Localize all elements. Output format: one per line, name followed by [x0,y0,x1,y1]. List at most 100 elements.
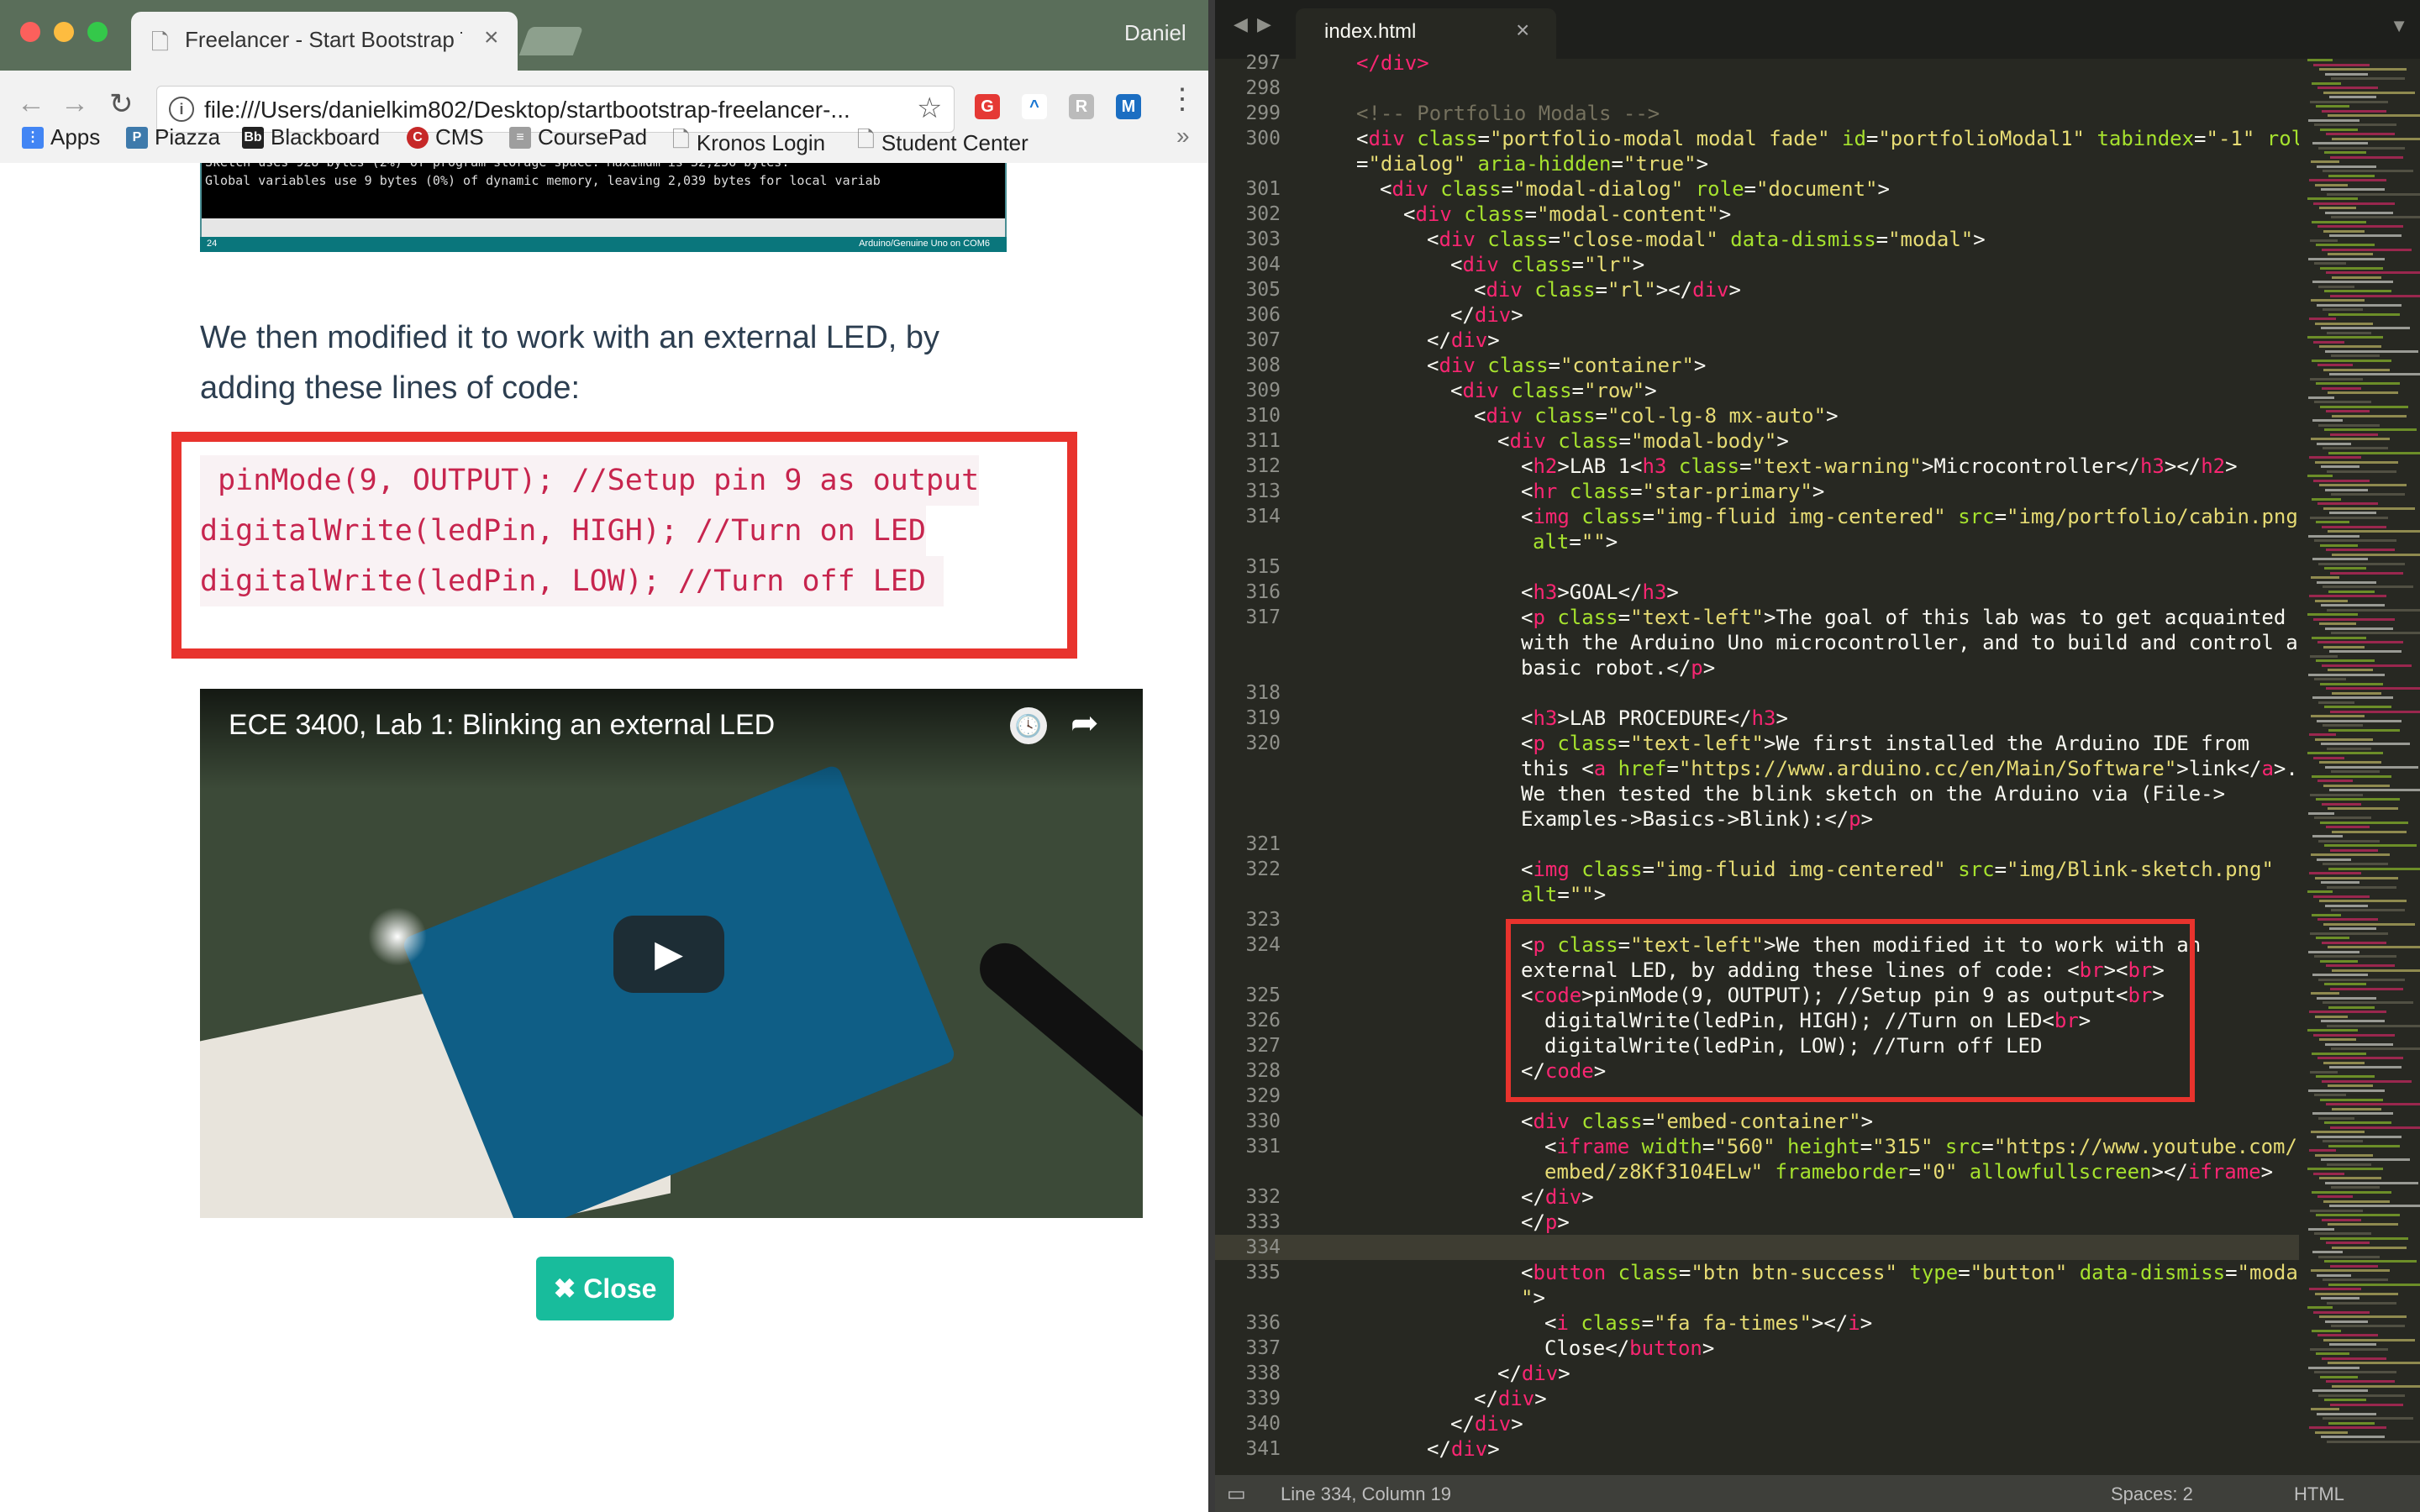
forward-icon[interactable]: → [60,87,89,120]
line-number: 339 [1245,1388,1281,1410]
minimap-line [2316,105,2349,108]
line-number: 305 [1245,279,1281,301]
minimap-line [2313,1310,2370,1314]
extension-r-icon[interactable]: R [1069,94,1094,119]
extension-red-icon[interactable]: G [975,94,1000,119]
tab-right-arrow-icon[interactable]: ▶ [1257,13,1271,35]
bookmark-student-center[interactable]: 🗋 Student Center [857,124,1028,161]
minimap-line [2314,1371,2396,1373]
minimap-line [2330,294,2420,297]
minimap-line [2322,1218,2361,1221]
minimap-line [2316,937,2349,939]
minimap-line [2311,715,2365,717]
minimap-line [2308,118,2360,122]
minimap-line [2318,1394,2405,1397]
minimap-line [2312,1389,2368,1392]
line-number: 317 [1245,606,1281,628]
minimap-line [2317,303,2402,307]
close-tab-icon[interactable]: × [484,24,499,52]
minimap-line [2320,682,2383,685]
close-file-icon[interactable]: × [1516,17,1529,44]
close-window-button[interactable] [20,22,40,42]
code-area[interactable]: </div> <!-- Portfolio Modals --> <div cl… [1309,51,2420,1475]
tab-dropdown-icon[interactable]: ▼ [2390,15,2408,37]
play-button[interactable]: ▶ [613,916,724,993]
extension-drive-icon[interactable]: ^ [1022,94,1047,119]
minimap-line [2308,396,2334,399]
browser-tab[interactable]: 🗋 Freelancer - Start Bootstrap Th × [131,12,518,71]
minimap-line [2331,770,2380,773]
menu-icon[interactable]: ⋮ [1168,82,1197,116]
line-number: 308 [1245,354,1281,376]
bookmark-cms[interactable]: C CMS [407,124,484,150]
serial-line: Sketch uses 928 bytes (2%) of program st… [205,163,789,170]
minimap-line [2309,1149,2336,1152]
line-number: 323 [1245,909,1281,931]
minimap-line [2317,87,2378,89]
minimap[interactable] [2299,59,2420,1475]
minimap-line [2323,1061,2365,1064]
line-number: 326 [1245,1010,1281,1032]
line-number: 316 [1245,581,1281,603]
minimap-line [2328,1223,2398,1226]
minimap-line [2314,955,2396,958]
minimap-line [2310,1209,2363,1212]
minimap-line [2315,322,2373,325]
minimap-line [2327,1440,2420,1443]
profile-name[interactable]: Daniel [1124,20,1186,46]
minimap-line [2309,733,2336,736]
video-title[interactable]: ECE 3400, Lab 1: Blinking an external LE… [229,709,775,742]
close-button[interactable]: ✖ Close [536,1257,674,1320]
minimap-line [2323,91,2415,94]
minimap-line [2326,271,2420,274]
minimap-line [2321,188,2385,191]
minimap-line [2325,488,2368,491]
minimap-line [2330,848,2378,852]
more-bookmarks-icon[interactable]: » [1176,123,1190,150]
zoom-window-button[interactable] [87,22,108,42]
minimap-line [2332,553,2420,556]
minimap-line [2316,1075,2375,1078]
minimap-line [2328,312,2400,316]
back-icon[interactable]: ← [17,87,45,120]
minimap-line [2314,123,2396,126]
line-number: 301 [1245,178,1281,200]
bookmark-coursepad[interactable]: ≡ CoursePad [509,124,647,150]
bookmark-piazza[interactable]: P Piazza [126,124,220,150]
minimap-line [2317,918,2378,921]
minimap-line [2326,410,2370,412]
minimap-line [2329,96,2376,98]
minimize-window-button[interactable] [54,22,74,42]
watch-later-icon[interactable]: 🕓 [1010,707,1047,744]
extension-m-icon[interactable]: M [1116,94,1141,119]
new-tab-button[interactable] [518,27,584,55]
minimap-line [2320,543,2358,547]
bookmark-apps[interactable]: ⋮ Apps [22,124,100,150]
page-icon: 🗋 [672,127,690,152]
bookmarks-bar: ⋮ Apps P Piazza Bb Blackboard C CMS ≡ CourseP… [0,119,1208,156]
youtube-embed[interactable]: ECE 3400, Lab 1: Blinking an external LE… [200,689,1143,1218]
reload-icon[interactable]: ↻ [109,87,134,121]
minimap-line [2314,678,2346,680]
minimap-line [2312,558,2368,560]
minimap-line [2317,502,2378,505]
minimap-line [2308,950,2360,953]
minimap-line [2329,789,2420,791]
minimap-line [2322,802,2361,806]
usb-cable-image [969,932,1143,1134]
line-number: 327 [1245,1035,1281,1057]
minimap-line [2312,281,2393,283]
panel-icon[interactable]: ▭ [1227,1482,1246,1506]
bookmark-blackboard[interactable]: Bb Blackboard [242,124,380,150]
minimap-line [2312,1052,2366,1055]
indentation-setting[interactable]: Spaces: 2 [2111,1483,2193,1505]
minimap-line [2320,959,2358,963]
tab-left-arrow-icon[interactable]: ◀ [1234,13,1248,35]
info-icon[interactable]: i [169,97,194,122]
minimap-line [2311,576,2339,579]
share-icon[interactable]: ➦ [1071,704,1099,743]
bookmark-kronos[interactable]: 🗋 Kronos Login [672,124,825,161]
minimap-line [2313,895,2370,898]
minimap-line [2328,1084,2373,1087]
syntax-setting[interactable]: HTML [2294,1483,2344,1505]
